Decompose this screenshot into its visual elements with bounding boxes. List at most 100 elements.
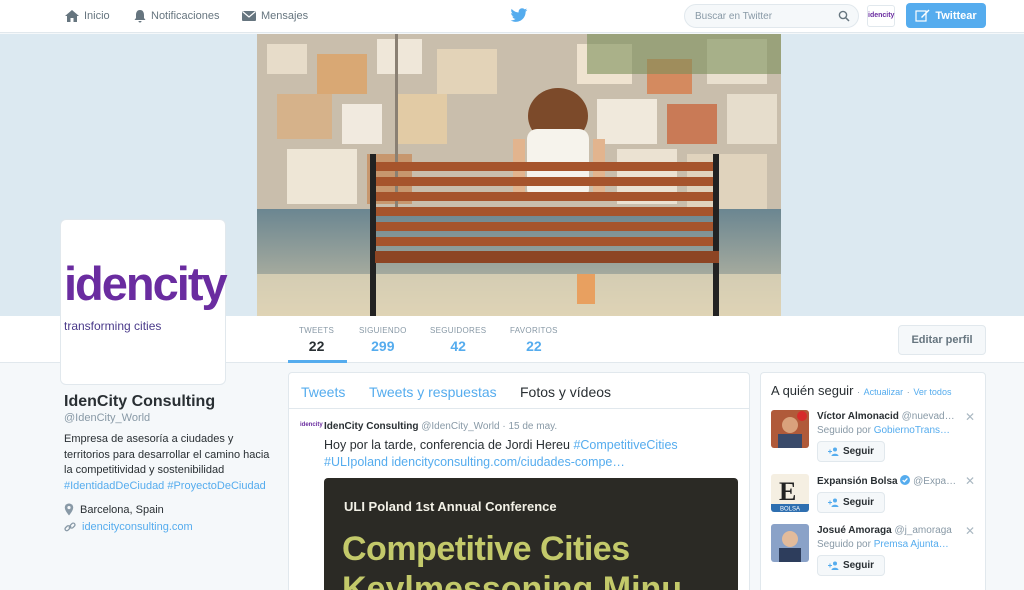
suggestion-item[interactable]: Josué Amoraga @j_amoraga Seguido por Pre…	[761, 524, 985, 584]
stat-favorites-label: FAVORITOS	[510, 326, 558, 335]
tab-tweets[interactable]: Tweets	[301, 384, 345, 400]
nav-home[interactable]: Inicio	[64, 9, 110, 23]
stat-following-label: SIGUIENDO	[359, 326, 407, 335]
edit-profile-button[interactable]: Editar perfil	[898, 325, 986, 355]
nav-home-label: Inicio	[84, 10, 110, 22]
avatar-tagline: transforming cities	[64, 319, 162, 333]
location-pin-icon	[64, 503, 74, 516]
follow-button[interactable]: Seguir	[817, 441, 885, 462]
suggestion-avatar[interactable]	[771, 410, 809, 448]
media-text-2: Competitive Cities	[342, 530, 630, 568]
tweet-button[interactable]: Twittear	[906, 3, 986, 28]
profile-bio-hashtags[interactable]: #IdentidadDeCiudad #ProyectoDeCiudad	[64, 480, 266, 492]
profile-name[interactable]: IdenCity Consulting	[64, 393, 215, 411]
tab-photos-videos[interactable]: Fotos y vídeos	[520, 384, 611, 400]
follow-button-label: Seguir	[842, 497, 875, 508]
profile-bio: Empresa de asesoría a ciudades y territo…	[64, 432, 279, 494]
tweet-button-label: Twittear	[935, 9, 977, 22]
stat-tweets-label: TWEETS	[299, 326, 335, 335]
envelope-icon	[242, 11, 256, 21]
suggestion-name[interactable]: Josué Amoraga @j_amoraga	[817, 525, 957, 536]
media-text-1: ULI Poland 1st Annual Conference	[344, 499, 557, 514]
stat-followers-value: 42	[450, 338, 466, 354]
profile-location: Barcelona, Spain	[64, 503, 164, 516]
tweet-header: IdenCity Consulting @IdenCity_World · 15…	[324, 421, 557, 432]
tweet-date[interactable]: · 15 de may.	[502, 421, 557, 432]
timeline: Tweets Tweets y respuestas Fotos y vídeo…	[288, 372, 750, 590]
nav-notifications[interactable]: Notificaciones	[133, 9, 219, 23]
home-icon	[65, 10, 79, 22]
header-photo[interactable]	[257, 34, 781, 316]
stat-followers[interactable]: SEGUIDORES 42	[430, 326, 486, 354]
tab-tweets-replies[interactable]: Tweets y respuestas	[369, 384, 497, 400]
suggestion-name[interactable]: Víctor Almonacid @nuevad…	[817, 411, 957, 422]
search-input[interactable]: Buscar en Twitter	[684, 4, 859, 28]
profile-website-link[interactable]: idencityconsulting.com	[82, 521, 193, 533]
tweet-hashtag-1[interactable]: #CompetitiveCities	[573, 438, 677, 452]
stat-followers-label: SEGUIDORES	[430, 326, 487, 335]
stat-favorites[interactable]: FAVORITOS 22	[510, 326, 558, 354]
tweet-link[interactable]: idencityconsulting.com/ciudades-compe…	[391, 455, 624, 469]
follow-button-label: Seguir	[842, 560, 875, 571]
search-icon[interactable]	[838, 10, 850, 22]
timeline-tabs: Tweets Tweets y respuestas Fotos y vídeo…	[289, 373, 749, 409]
profile-handle[interactable]: @IdenCity_World	[64, 412, 150, 424]
view-all-link[interactable]: Ver todos	[913, 387, 951, 397]
who-to-follow-title: A quién seguir	[771, 383, 854, 398]
suggestion-name[interactable]: Expansión Bolsa @Expa…	[817, 475, 957, 487]
follow-button[interactable]: Seguir	[817, 492, 885, 513]
profile-bio-text: Empresa de asesoría a ciudades y territo…	[64, 433, 270, 476]
tweet-media-image[interactable]: ULI Poland 1st Annual Conference Competi…	[324, 478, 738, 590]
who-to-follow-header: A quién seguir · Actualizar · Ver todos	[771, 383, 952, 398]
compose-quill-icon	[915, 9, 930, 22]
svg-text:BOLSA: BOLSA	[780, 507, 800, 513]
avatar-logo-text: idencity	[64, 257, 228, 310]
tweet-handle[interactable]: @IdenCity_World	[421, 421, 499, 432]
dismiss-icon[interactable]: ✕	[965, 524, 975, 538]
add-user-icon	[827, 498, 839, 507]
who-to-follow-panel: A quién seguir · Actualizar · Ver todos …	[760, 372, 986, 590]
stat-tweets[interactable]: TWEETS 22	[299, 326, 334, 354]
account-avatar-logo: idencity	[868, 12, 895, 19]
svg-text:E: E	[779, 477, 796, 506]
tweet-text: Hoy por la tarde, conferencia de Jordi H…	[324, 437, 724, 471]
suggestion-avatar[interactable]: E BOLSA	[771, 474, 809, 512]
stat-following[interactable]: SIGUIENDO 299	[359, 326, 407, 354]
add-user-icon	[827, 561, 839, 570]
top-navigation-bar: Inicio Notificaciones Mensajes Buscar en…	[0, 0, 1024, 33]
nav-messages-label: Mensajes	[261, 10, 309, 22]
add-user-icon	[827, 447, 839, 456]
tweet-hashtag-2[interactable]: #ULIpoland	[324, 455, 388, 469]
tweet-avatar-logo: idencity	[300, 422, 323, 428]
header-photo-image	[257, 34, 781, 316]
active-stat-indicator	[288, 360, 347, 363]
avatar-logo: idencity	[64, 256, 228, 312]
dismiss-icon[interactable]: ✕	[965, 410, 975, 424]
account-avatar[interactable]: idencity	[867, 5, 895, 27]
suggestion-followed-by: Seguido por Premsa Ajunta…	[817, 539, 949, 550]
suggestion-item[interactable]: Víctor Almonacid @nuevad… Seguido por Go…	[761, 410, 985, 470]
stat-favorites-value: 22	[526, 338, 542, 354]
nav-notifications-label: Notificaciones	[151, 10, 220, 22]
media-text-3: Keylmessoning Minu	[342, 570, 683, 590]
verified-badge-icon	[900, 475, 911, 485]
suggestion-followed-by: Seguido por GobiernoTrans…	[817, 425, 951, 436]
suggestion-avatar[interactable]	[771, 524, 809, 562]
profile-website[interactable]: idencityconsulting.com	[64, 521, 193, 533]
nav-messages[interactable]: Mensajes	[241, 9, 308, 23]
edit-profile-label: Editar perfil	[911, 334, 973, 346]
profile-avatar[interactable]: idencity transforming cities	[60, 219, 228, 385]
follow-button-label: Seguir	[842, 446, 875, 457]
follow-button[interactable]: Seguir	[817, 555, 885, 576]
link-icon	[64, 522, 76, 532]
stat-following-value: 299	[371, 338, 395, 354]
profile-location-text: Barcelona, Spain	[80, 503, 164, 516]
tweet-body: Hoy por la tarde, conferencia de Jordi H…	[324, 438, 570, 452]
dismiss-icon[interactable]: ✕	[965, 474, 975, 488]
bell-icon	[134, 10, 146, 23]
tweet-author[interactable]: IdenCity Consulting	[324, 421, 418, 432]
twitter-bird-icon[interactable]	[510, 8, 528, 23]
stat-tweets-value: 22	[308, 338, 325, 354]
tweet-avatar[interactable]: idencity	[300, 422, 323, 438]
refresh-link[interactable]: Actualizar	[864, 387, 904, 397]
